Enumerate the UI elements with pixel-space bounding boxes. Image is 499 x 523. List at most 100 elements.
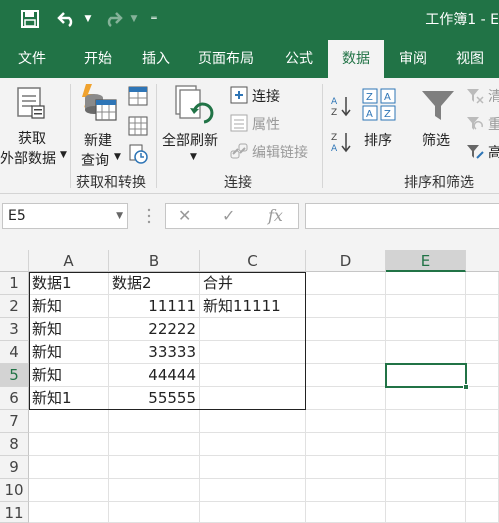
refresh-all-button[interactable]: 全部刷新 ▼: [160, 80, 226, 168]
show-queries-icon[interactable]: [128, 86, 150, 108]
active-cell-e5[interactable]: [385, 363, 469, 390]
cell-e1[interactable]: [386, 272, 466, 295]
tab-data[interactable]: 数据: [328, 40, 384, 78]
chevron-down-icon[interactable]: ▼: [116, 204, 123, 228]
row-header-11[interactable]: 11: [0, 502, 29, 523]
new-query-button[interactable]: 新建 查询 ▼: [76, 80, 126, 169]
advanced-filter-button[interactable]: 高: [466, 142, 499, 164]
row-header-5[interactable]: 5: [0, 364, 29, 387]
cancel-icon[interactable]: ✕: [178, 206, 191, 225]
cell-b5[interactable]: 44444: [109, 364, 200, 387]
filter-button[interactable]: 筛选: [416, 80, 460, 168]
clear-filter-button[interactable]: 清: [466, 86, 499, 108]
sort-descending-icon[interactable]: ZA: [330, 130, 352, 154]
tab-file[interactable]: 文件: [6, 40, 58, 78]
cell-b7[interactable]: [109, 410, 200, 433]
cell-d3[interactable]: [306, 318, 386, 341]
name-box[interactable]: E5 ▼: [2, 203, 128, 229]
row-header-8[interactable]: 8: [0, 433, 29, 456]
cell-f2[interactable]: [466, 295, 499, 318]
cell-d6[interactable]: [306, 387, 386, 410]
column-header-f[interactable]: [466, 250, 499, 272]
cell-f8[interactable]: [466, 433, 499, 456]
tab-home[interactable]: 开始: [70, 40, 126, 78]
save-icon[interactable]: [18, 8, 42, 30]
cell-a2[interactable]: 新知: [29, 295, 109, 318]
row-header-4[interactable]: 4: [0, 341, 29, 364]
fill-handle[interactable]: [463, 384, 469, 390]
cell-f3[interactable]: [466, 318, 499, 341]
cell-d10[interactable]: [306, 479, 386, 502]
properties-button[interactable]: 属性: [230, 114, 316, 136]
cell-f5[interactable]: [466, 364, 499, 387]
row-header-2[interactable]: 2: [0, 295, 29, 318]
cell-d11[interactable]: [306, 502, 386, 523]
reapply-button[interactable]: 重: [466, 114, 499, 136]
cell-e7[interactable]: [386, 410, 466, 433]
row-header-10[interactable]: 10: [0, 479, 29, 502]
insert-function-icon[interactable]: fx: [268, 206, 283, 225]
undo-icon[interactable]: [54, 8, 80, 30]
cell-b8[interactable]: [109, 433, 200, 456]
cell-b11[interactable]: [109, 502, 200, 523]
column-header-a[interactable]: A: [29, 250, 109, 272]
cell-c7[interactable]: [200, 410, 306, 433]
sort-ascending-icon[interactable]: AZ: [330, 94, 352, 118]
cell-c8[interactable]: [200, 433, 306, 456]
cell-e9[interactable]: [386, 456, 466, 479]
column-header-e[interactable]: E: [386, 250, 466, 272]
edit-links-button[interactable]: 编辑链接: [230, 142, 320, 164]
cell-e4[interactable]: [386, 341, 466, 364]
cell-b4[interactable]: 33333: [109, 341, 200, 364]
cell-c11[interactable]: [200, 502, 306, 523]
sort-button[interactable]: ZAAZ 排序: [358, 80, 402, 168]
cell-a11[interactable]: [29, 502, 109, 523]
tab-page-layout[interactable]: 页面布局: [190, 40, 262, 78]
cell-f9[interactable]: [466, 456, 499, 479]
cell-d1[interactable]: [306, 272, 386, 295]
cell-d9[interactable]: [306, 456, 386, 479]
cell-c1[interactable]: 合并: [200, 272, 306, 295]
row-header-1[interactable]: 1: [0, 272, 29, 295]
cell-f4[interactable]: [466, 341, 499, 364]
cell-c10[interactable]: [200, 479, 306, 502]
cell-f10[interactable]: [466, 479, 499, 502]
row-header-9[interactable]: 9: [0, 456, 29, 479]
tab-insert[interactable]: 插入: [128, 40, 184, 78]
cell-a10[interactable]: [29, 479, 109, 502]
redo-icon[interactable]: [100, 8, 126, 30]
cell-d2[interactable]: [306, 295, 386, 318]
cell-b10[interactable]: [109, 479, 200, 502]
cell-e8[interactable]: [386, 433, 466, 456]
cell-d5[interactable]: [306, 364, 386, 387]
cell-d8[interactable]: [306, 433, 386, 456]
cell-f1[interactable]: [466, 272, 499, 295]
cell-e6[interactable]: [386, 387, 466, 410]
cell-a3[interactable]: 新知: [29, 318, 109, 341]
cell-c2[interactable]: 新知11111: [200, 295, 306, 318]
cell-e2[interactable]: [386, 295, 466, 318]
cell-b9[interactable]: [109, 456, 200, 479]
tab-formulas[interactable]: 公式: [270, 40, 328, 78]
row-header-3[interactable]: 3: [0, 318, 29, 341]
enter-icon[interactable]: ✓: [222, 206, 235, 225]
cell-d4[interactable]: [306, 341, 386, 364]
tab-view[interactable]: 视图: [442, 40, 498, 78]
cell-a1[interactable]: 数据1: [29, 272, 109, 295]
cell-f11[interactable]: [466, 502, 499, 523]
cell-f7[interactable]: [466, 410, 499, 433]
cell-c5[interactable]: [200, 364, 306, 387]
cell-c4[interactable]: [200, 341, 306, 364]
cell-a5[interactable]: 新知: [29, 364, 109, 387]
cell-d7[interactable]: [306, 410, 386, 433]
column-header-d[interactable]: D: [306, 250, 386, 272]
cell-b2[interactable]: 11111: [109, 295, 200, 318]
cell-e3[interactable]: [386, 318, 466, 341]
get-external-data-button[interactable]: 获取 外部数据 ▼: [0, 80, 70, 168]
cell-c9[interactable]: [200, 456, 306, 479]
cell-b6[interactable]: 55555: [109, 387, 200, 410]
tab-review[interactable]: 审阅: [386, 40, 440, 78]
column-header-c[interactable]: C: [200, 250, 306, 272]
recent-sources-icon[interactable]: [128, 144, 150, 166]
cell-c6[interactable]: [200, 387, 306, 410]
